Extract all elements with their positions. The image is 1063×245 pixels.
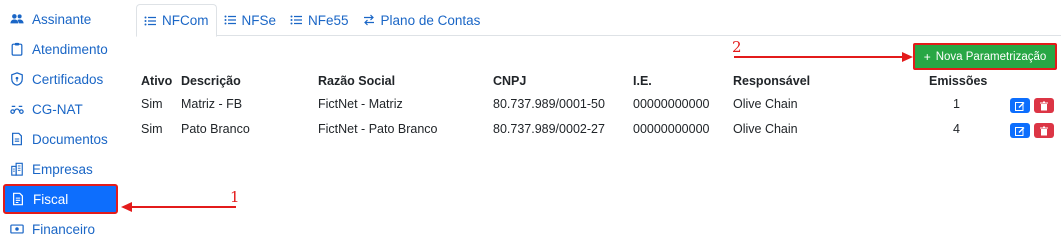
cell-descricao: Matriz - FB — [181, 97, 243, 111]
cell-ie: 00000000000 — [633, 122, 710, 136]
edit-icon — [1015, 126, 1025, 136]
sidebar: Assinante Atendimento Certificados CG-NA… — [0, 0, 124, 245]
exchange-icon — [363, 14, 375, 26]
delete-button[interactable] — [1034, 123, 1054, 138]
cell-razao-social: FictNet - Pato Branco — [318, 122, 438, 136]
annotation-number-1: 1 — [230, 188, 240, 206]
tab-nfse[interactable]: NFSe — [217, 4, 284, 36]
trash-icon — [1040, 101, 1048, 110]
tab-label: NFSe — [241, 12, 277, 28]
edit-button[interactable] — [1010, 98, 1030, 113]
column-header-cnpj[interactable]: CNPJ — [493, 74, 526, 88]
sidebar-item-empresas[interactable]: Empresas — [4, 156, 116, 182]
delete-button[interactable] — [1034, 98, 1054, 113]
column-header-descricao[interactable]: Descrição — [181, 74, 241, 88]
nova-parametrizacao-button[interactable]: + Nova Parametrização — [913, 43, 1057, 70]
annotation-number-2: 2 — [732, 38, 742, 56]
cell-ie: 00000000000 — [633, 97, 710, 111]
column-header-emissoes[interactable]: Emissões — [929, 74, 987, 88]
column-header-ie[interactable]: I.E. — [633, 74, 652, 88]
sidebar-item-fiscal[interactable]: Fiscal — [3, 184, 118, 214]
sidebar-item-label: Documentos — [32, 131, 108, 147]
tab-nfcom[interactable]: NFCom — [136, 4, 217, 37]
sidebar-item-label: Fiscal — [33, 191, 69, 207]
sidebar-item-label: Assinante — [32, 11, 92, 27]
network-icon — [10, 102, 24, 116]
cell-cnpj: 80.737.989/0001-50 — [493, 97, 605, 111]
tab-nfe55[interactable]: NFe55 — [283, 4, 356, 36]
cell-razao-social: FictNet - Matriz — [318, 97, 403, 111]
cell-ativo: Sim — [141, 97, 163, 111]
users-icon — [10, 12, 24, 26]
cell-emissoes: 1 — [953, 97, 960, 111]
sidebar-item-documentos[interactable]: Documentos — [4, 126, 116, 152]
sidebar-item-assinante[interactable]: Assinante — [4, 6, 116, 32]
nova-parametrizacao-label: Nova Parametrização — [935, 50, 1047, 63]
list-icon — [290, 14, 303, 26]
column-header-razao-social[interactable]: Razão Social — [318, 74, 395, 88]
tab-bar: NFCom NFSe NFe55 Plano de Contas — [136, 4, 1061, 37]
sidebar-item-label: Empresas — [32, 161, 93, 177]
sidebar-item-cg-nat[interactable]: CG-NAT — [4, 96, 116, 122]
shield-icon — [10, 72, 24, 86]
cell-emissoes: 4 — [953, 122, 960, 136]
tab-plano-de-contas[interactable]: Plano de Contas — [356, 4, 488, 36]
money-icon — [10, 222, 24, 236]
trash-icon — [1040, 126, 1048, 135]
cell-cnpj: 80.737.989/0002-27 — [493, 122, 605, 136]
column-header-responsavel[interactable]: Responsável — [733, 74, 810, 88]
sidebar-item-label: Atendimento — [32, 41, 108, 57]
sidebar-item-label: Financeiro — [32, 221, 96, 237]
cell-responsavel: Olive Chain — [733, 122, 798, 136]
sidebar-item-certificados[interactable]: Certificados — [4, 66, 116, 92]
document-icon — [10, 132, 24, 146]
cell-ativo: Sim — [141, 122, 163, 136]
sidebar-item-atendimento[interactable]: Atendimento — [4, 36, 116, 62]
column-header-ativo[interactable]: Ativo — [141, 74, 172, 88]
edit-icon — [1015, 101, 1025, 111]
building-icon — [10, 162, 24, 176]
tab-label: NFCom — [162, 13, 209, 28]
receipt-icon — [11, 192, 25, 206]
sidebar-item-financeiro[interactable]: Financeiro — [4, 216, 116, 242]
list-icon — [224, 14, 236, 26]
clipboard-icon — [10, 42, 24, 56]
cell-responsavel: Olive Chain — [733, 97, 798, 111]
list-icon — [144, 15, 156, 27]
sidebar-item-label: CG-NAT — [32, 101, 83, 117]
tab-label: Plano de Contas — [380, 12, 481, 28]
sidebar-item-label: Certificados — [32, 71, 104, 87]
tab-label: NFe55 — [308, 12, 349, 28]
cell-descricao: Pato Branco — [181, 122, 250, 136]
edit-button[interactable] — [1010, 123, 1030, 138]
plus-icon: + — [923, 49, 931, 64]
